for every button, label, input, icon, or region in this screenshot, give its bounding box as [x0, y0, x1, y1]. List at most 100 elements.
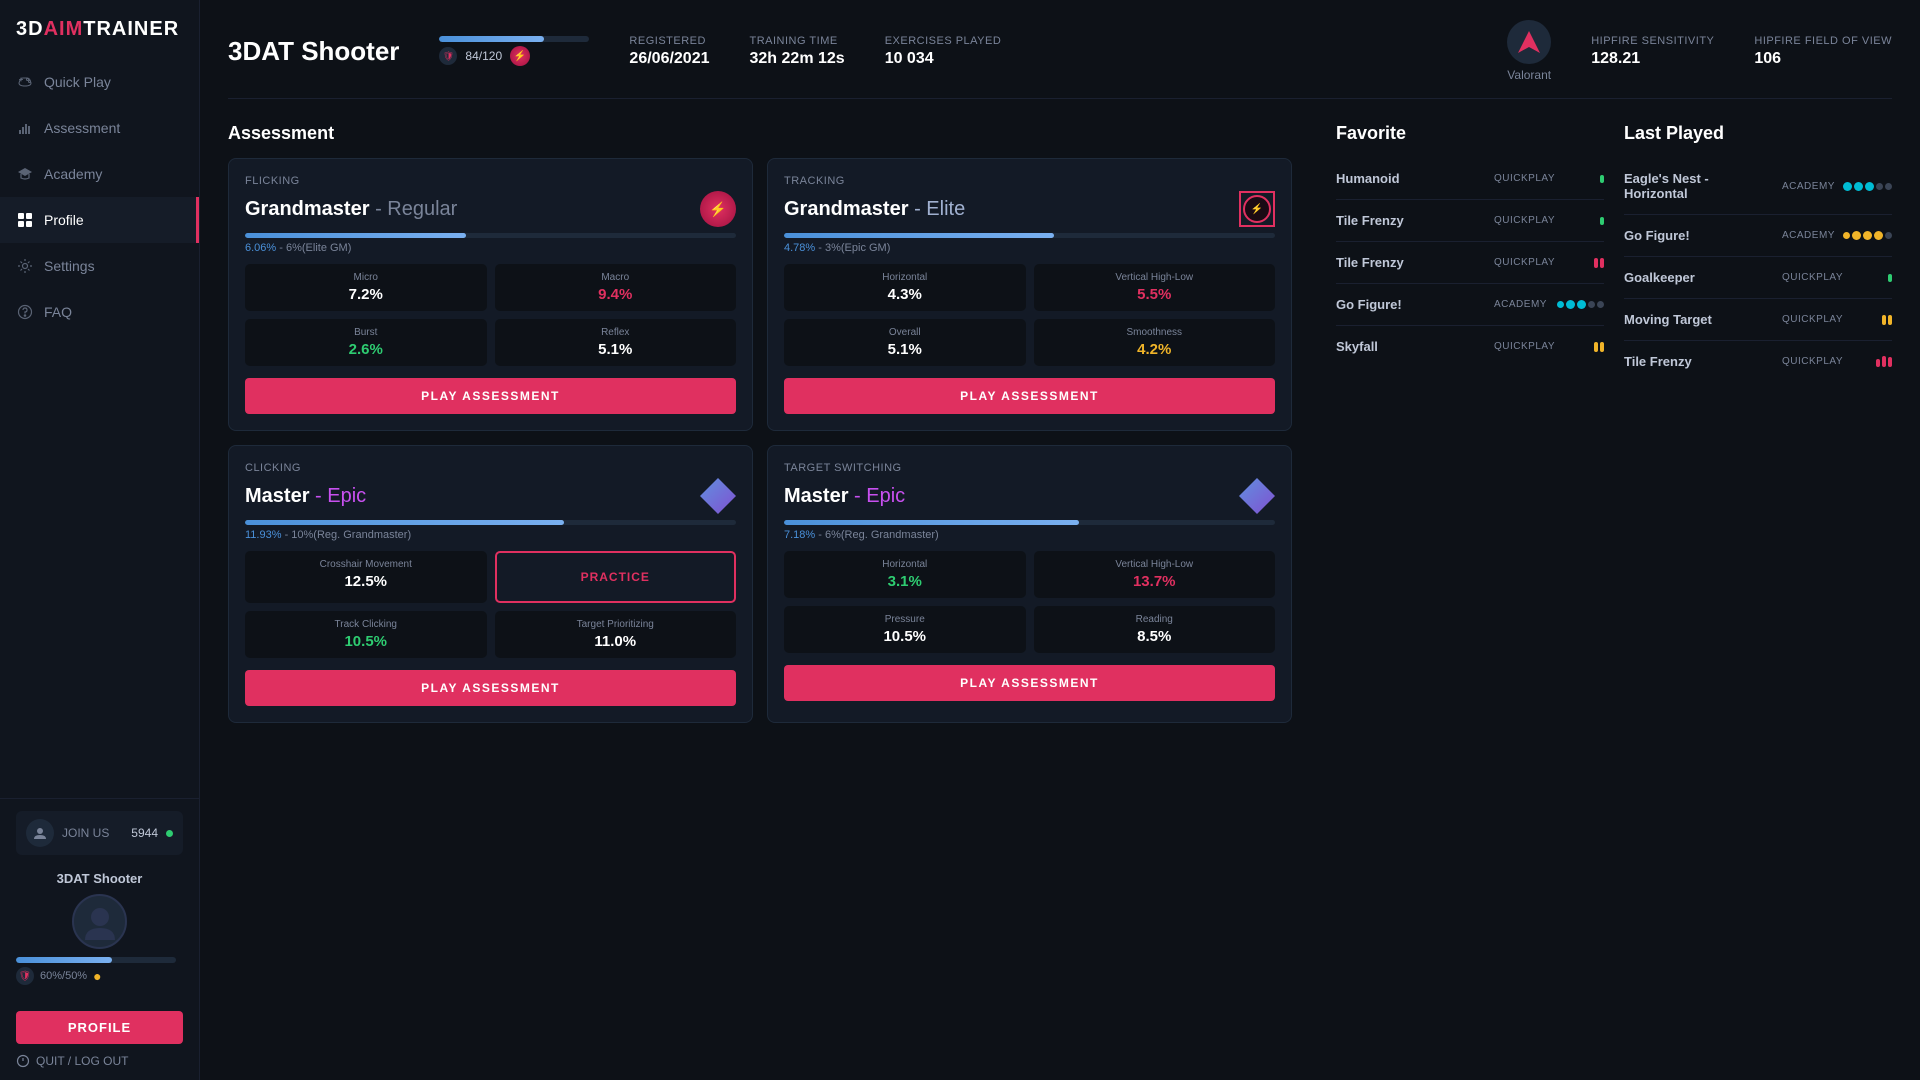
fav-type-tilefrenzy2: QUICKPLAY: [1494, 257, 1564, 268]
sidebar-item-quickplay-label: Quick Play: [44, 74, 111, 90]
favorite-item-tilefrenzy2: Tile Frenzy QUICKPLAY: [1336, 242, 1604, 284]
sidebar-progress-pct: 60%/50%: [40, 970, 87, 982]
card-stats-target-switching: Horizontal 3.1% Vertical High-Low 13.7% …: [784, 551, 1275, 653]
card-stats-clicking: Crosshair Movement 12.5% PRACTICE Track …: [245, 551, 736, 658]
lp-type-eaglesnest: ACADEMY: [1782, 181, 1852, 192]
stat-training: Training Time 32h 22m 12s: [750, 35, 845, 68]
fav-icon-skyfall: [1572, 342, 1604, 352]
last-played-panel: Eagle's Nest - Horizontal ACADEMY: [1624, 158, 1892, 382]
assessment-section: Assessment Flicking Grandmaster - Regula…: [228, 123, 1292, 723]
profile-icon: [16, 211, 34, 229]
fav-name-tilefrenzy1: Tile Frenzy: [1336, 213, 1486, 228]
card-title-clicking: Master - Epic: [245, 485, 366, 508]
stat-registered-value: 26/06/2021: [629, 50, 709, 68]
power-icon: [16, 1054, 30, 1068]
lp-name-tilefrenzy: Tile Frenzy: [1624, 354, 1774, 369]
stat-fov: Hipfire Field of View 106: [1754, 35, 1892, 68]
join-us-row[interactable]: JOIN US 5944: [16, 811, 183, 855]
header-progress-info: 🛡 84/120 ⚡: [439, 46, 589, 66]
practice-button[interactable]: PRACTICE: [507, 561, 725, 593]
stat-fov-label: Hipfire Field of View: [1754, 35, 1892, 47]
stat-registered: Registered 26/06/2021: [629, 35, 709, 68]
stat-target-prioritizing: Target Prioritizing 11.0%: [495, 611, 737, 658]
game-badge: Valorant: [1507, 20, 1551, 82]
shield-badge-icon: 🛡: [16, 967, 34, 985]
header-progress: 🛡 84/120 ⚡: [439, 36, 589, 66]
card-title-row-clicking: Master - Epic: [245, 478, 736, 514]
card-category-target-switching: Target Switching: [784, 462, 1275, 474]
stat-exercises: Exercises Played 10 034: [885, 35, 1002, 68]
card-progress-text-tracking: 4.78% - 3%(Epic GM): [784, 242, 1275, 254]
stat-reflex: Reflex 5.1%: [495, 319, 737, 366]
assessment-title: Assessment: [228, 123, 1292, 144]
sidebar-item-settings[interactable]: Settings: [0, 243, 199, 289]
header-badge-icon: 🛡: [439, 47, 457, 65]
card-progress-clicking: [245, 520, 736, 525]
favorite-panel: Humanoid QUICKPLAY Tile Frenzy QUICKPLAY: [1336, 158, 1604, 382]
right-panel-headers: Favorite Last Played: [1336, 123, 1892, 144]
sidebar-navigation: Quick Play Assessment Academy Profile: [0, 59, 199, 798]
last-played-item-goalkeeper: Goalkeeper QUICKPLAY: [1624, 257, 1892, 299]
fav-name-gofigure: Go Figure!: [1336, 297, 1486, 312]
lp-name-movingtarget: Moving Target: [1624, 312, 1774, 327]
lp-icon-eaglesnest: [1860, 182, 1892, 191]
play-assessment-ts-button[interactable]: PLAY ASSESSMENT: [784, 665, 1275, 701]
card-progress-flicking: [245, 233, 736, 238]
valorant-logo-icon: [1514, 27, 1544, 57]
lp-type-tilefrenzy: QUICKPLAY: [1782, 356, 1852, 367]
stat-registered-label: Registered: [629, 35, 709, 47]
fav-type-humanoid: QUICKPLAY: [1494, 173, 1564, 184]
quit-logout-row[interactable]: QUIT / LOG OUT: [16, 1044, 183, 1068]
graduation-icon: [16, 165, 34, 183]
sidebar-progress-info: 🛡 60%/50% ●: [16, 967, 183, 985]
stat-reading: Reading 8.5%: [1034, 606, 1276, 653]
profile-button[interactable]: PROFILE: [16, 1011, 183, 1044]
play-assessment-flicking-button[interactable]: PLAY ASSESSMENT: [245, 378, 736, 414]
assessment-card-target-switching: Target Switching Master - Epic 7.18% - 6…: [767, 445, 1292, 723]
play-assessment-clicking-button[interactable]: PLAY ASSESSMENT: [245, 670, 736, 706]
sidebar-item-assessment-label: Assessment: [44, 120, 120, 136]
join-us-label: JOIN US: [62, 826, 123, 840]
header-progress-bar-bg: [439, 36, 589, 42]
sidebar-item-quickplay[interactable]: Quick Play: [0, 59, 199, 105]
stat-ts-horizontal: Horizontal 3.1%: [784, 551, 1026, 598]
sections-row: Assessment Flicking Grandmaster - Regula…: [228, 123, 1892, 723]
sidebar-item-assessment[interactable]: Assessment: [0, 105, 199, 151]
assessment-grid: Flicking Grandmaster - Regular ⚡ 6.06% -…: [228, 158, 1292, 723]
lp-name-goalkeeper: Goalkeeper: [1624, 270, 1774, 285]
practice-button-box[interactable]: PRACTICE: [495, 551, 737, 603]
card-stats-flicking: Micro 7.2% Macro 9.4% Burst 2.6% Refle: [245, 264, 736, 366]
fav-name-skyfall: Skyfall: [1336, 339, 1486, 354]
sidebar-item-profile[interactable]: Profile: [0, 197, 199, 243]
card-progress-text-clicking: 11.93% - 10%(Reg. Grandmaster): [245, 529, 736, 541]
play-assessment-tracking-button[interactable]: PLAY ASSESSMENT: [784, 378, 1275, 414]
stat-smoothness: Smoothness 4.2%: [1034, 319, 1276, 366]
sidebar-item-profile-label: Profile: [44, 212, 84, 228]
quit-label: QUIT / LOG OUT: [36, 1054, 128, 1068]
card-title-row-target-switching: Master - Epic: [784, 478, 1275, 514]
lp-icon-movingtarget: [1860, 315, 1892, 325]
app-logo: 3DAIMTRAINER: [0, 0, 199, 59]
header-rank-badge: ⚡: [510, 46, 530, 66]
fav-icon-tilefrenzy1: [1572, 217, 1604, 225]
stat-macro: Macro 9.4%: [495, 264, 737, 311]
game-icon: [1507, 20, 1551, 64]
join-us-count: 5944: [131, 826, 158, 840]
rank-icon-flicking: ⚡: [700, 191, 736, 227]
stat-burst: Burst 2.6%: [245, 319, 487, 366]
favorite-item-tilefrenzy1: Tile Frenzy QUICKPLAY: [1336, 200, 1604, 242]
stat-overall: Overall 5.1%: [784, 319, 1026, 366]
chart-icon: [16, 119, 34, 137]
fav-icon-tilefrenzy2: [1572, 258, 1604, 268]
sidebar-avatar: [72, 894, 127, 949]
sidebar-item-faq[interactable]: FAQ: [0, 289, 199, 335]
sidebar-item-faq-label: FAQ: [44, 304, 72, 320]
assessment-card-flicking: Flicking Grandmaster - Regular ⚡ 6.06% -…: [228, 158, 753, 431]
stat-fov-value: 106: [1754, 50, 1892, 68]
card-title-target-switching: Master - Epic: [784, 485, 905, 508]
last-played-item-eaglesnest: Eagle's Nest - Horizontal ACADEMY: [1624, 158, 1892, 215]
sidebar-item-academy[interactable]: Academy: [0, 151, 199, 197]
rank-icon-tracking: ⚡: [1239, 191, 1275, 227]
card-title-flicking: Grandmaster - Regular: [245, 198, 457, 221]
stat-hipfire-label: Hipfire Sensitivity: [1591, 35, 1714, 47]
